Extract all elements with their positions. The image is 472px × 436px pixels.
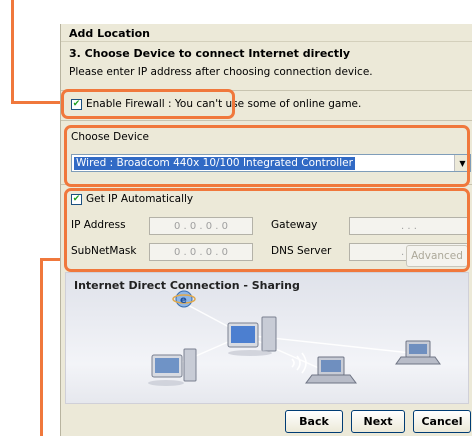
laptop-icon bbox=[305, 356, 357, 384]
step-description: Please enter IP address after choosing c… bbox=[69, 66, 373, 78]
next-button[interactable]: Next bbox=[351, 410, 405, 433]
dialog-title: Add Location bbox=[61, 24, 472, 42]
callout-connector-top bbox=[11, 0, 14, 104]
ie-globe-icon: e bbox=[172, 290, 196, 308]
ip-highlight bbox=[64, 188, 470, 272]
desktop-pc-icon bbox=[148, 348, 197, 386]
wireless-signal-icon bbox=[291, 352, 307, 374]
callout-connector-bottom bbox=[40, 258, 43, 436]
server-icon bbox=[227, 316, 277, 356]
network-diagram: e bbox=[148, 290, 441, 386]
back-button[interactable]: Back bbox=[285, 410, 343, 433]
callout-connector-top-h bbox=[11, 101, 64, 104]
cancel-button[interactable]: Cancel bbox=[413, 410, 471, 433]
device-highlight bbox=[64, 125, 470, 187]
step-title: 3. Choose Device to connect Internet dir… bbox=[69, 47, 351, 60]
svg-text:e: e bbox=[180, 295, 187, 306]
firewall-highlight bbox=[61, 89, 235, 119]
divider bbox=[61, 120, 472, 121]
sharing-illustration: Internet Direct Connection - Sharing e bbox=[65, 272, 469, 404]
